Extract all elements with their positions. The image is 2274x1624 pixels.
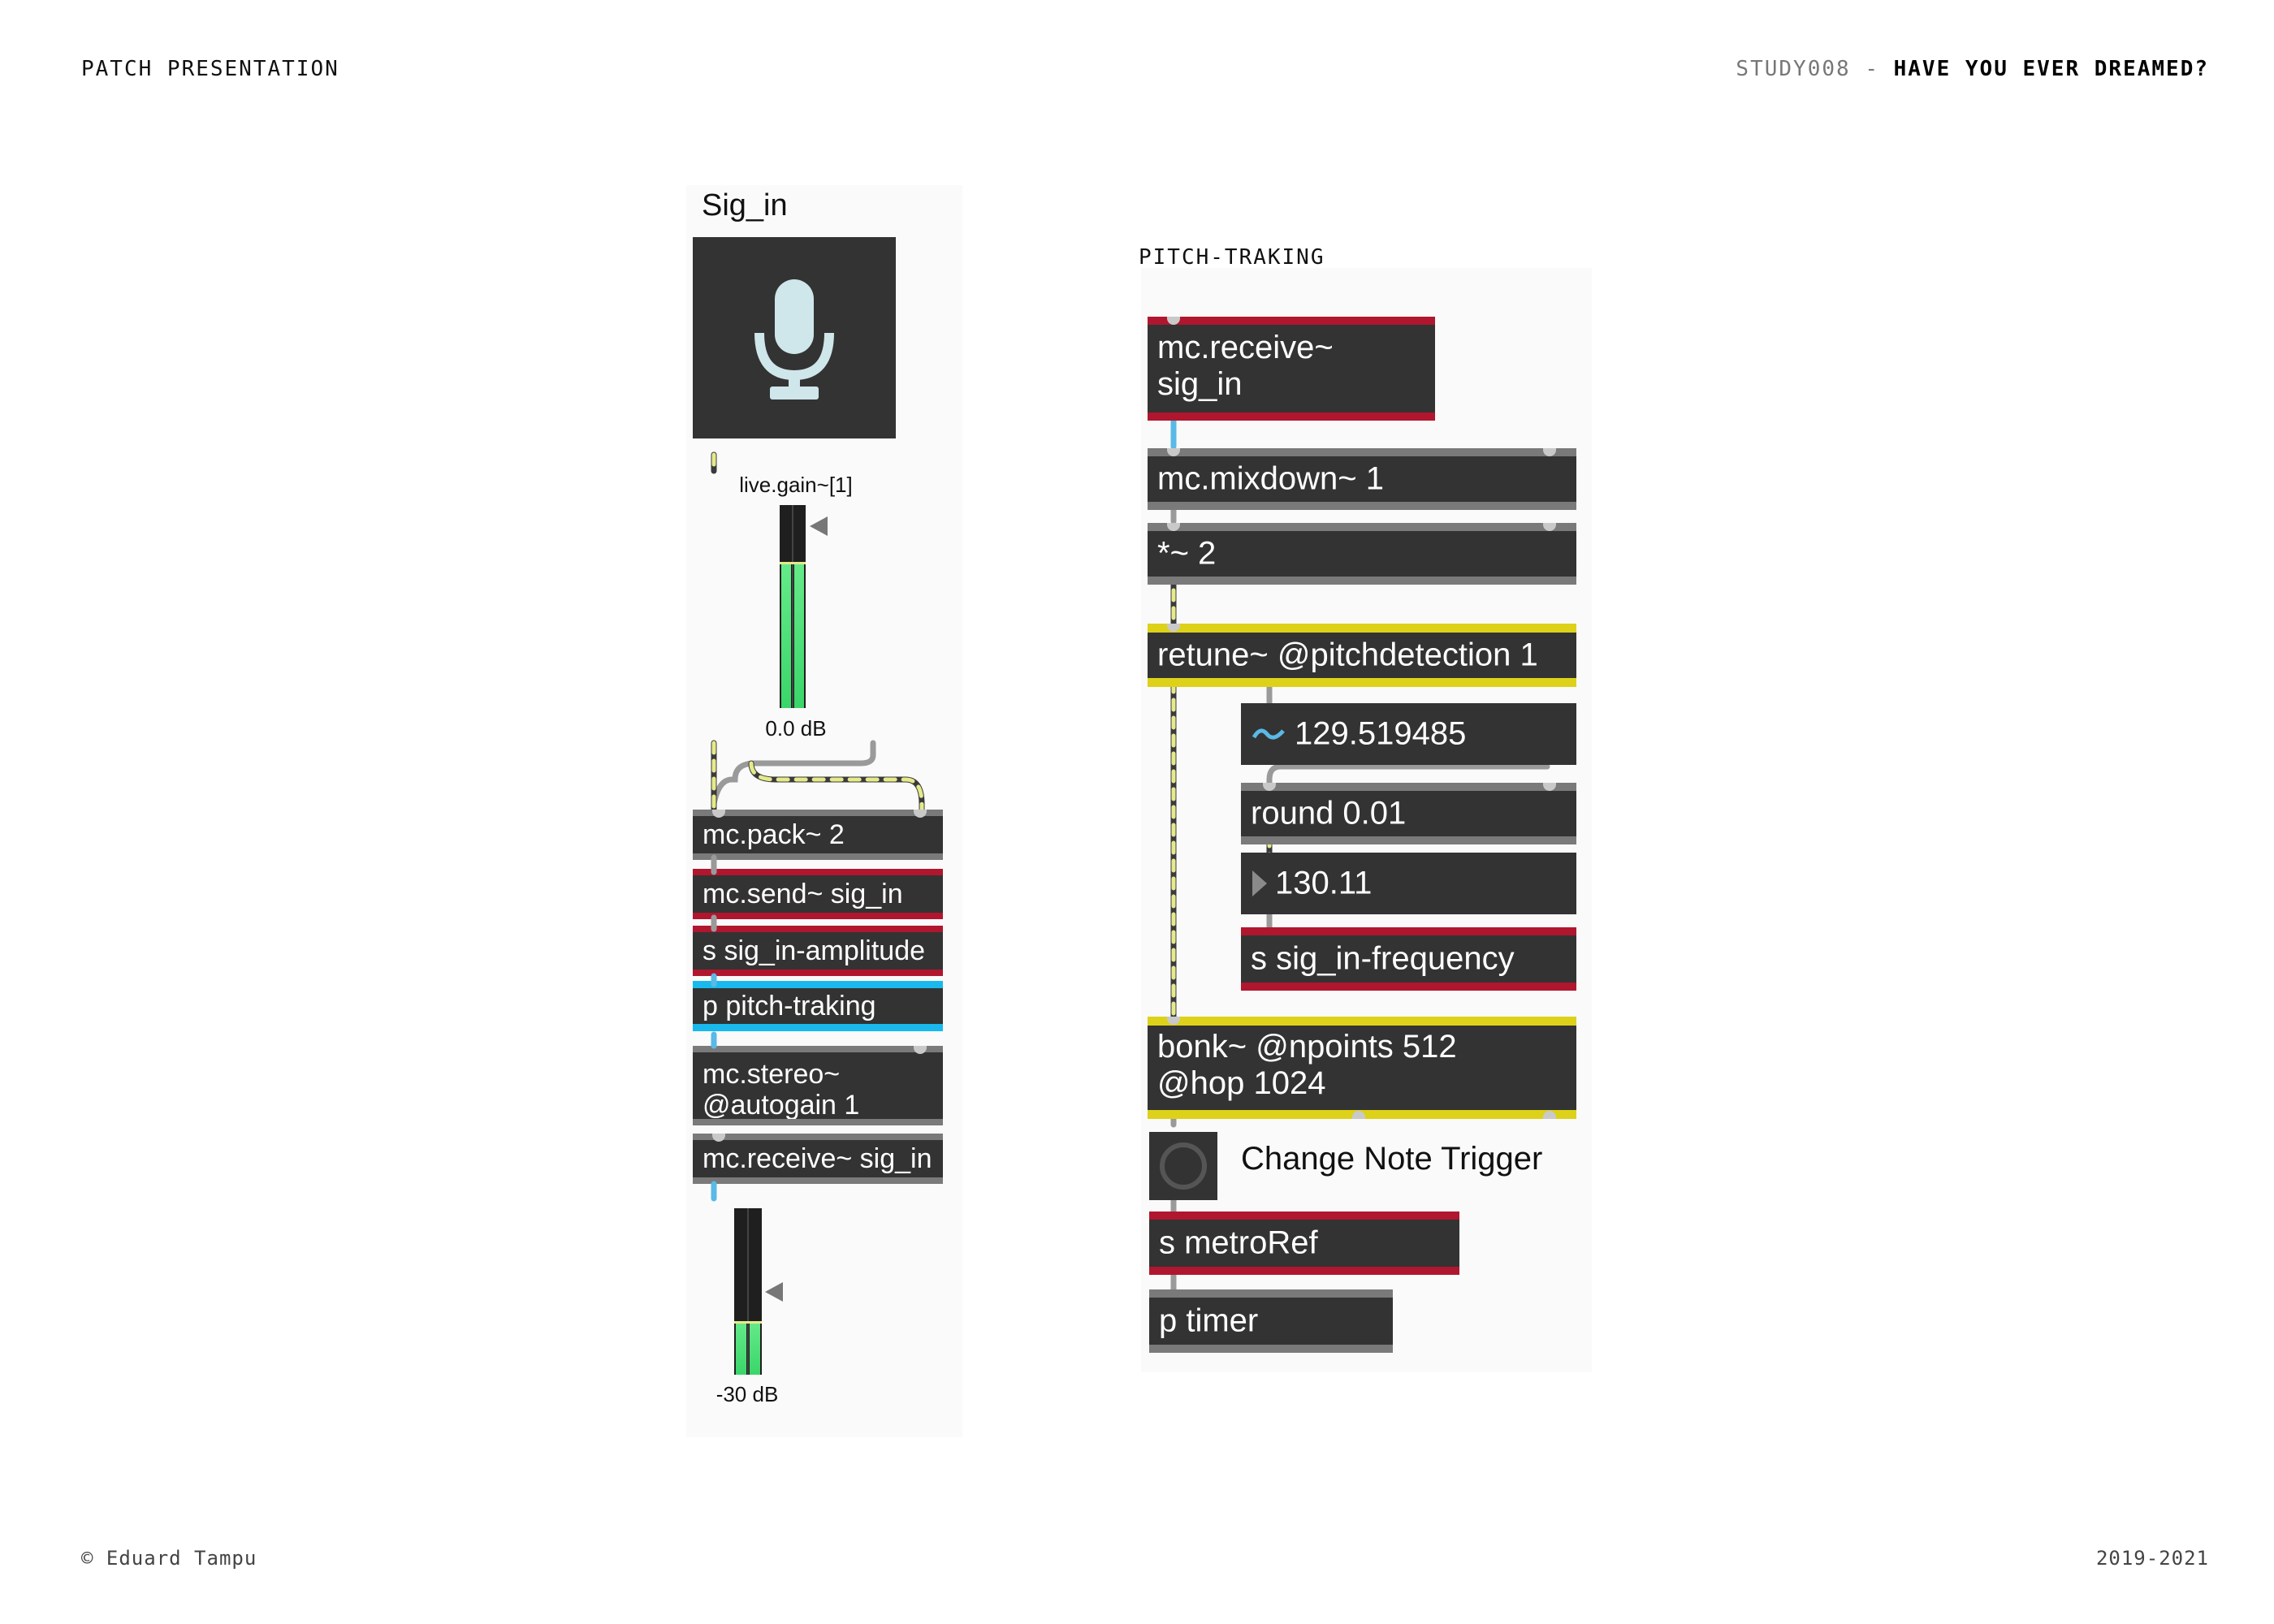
number-triangle-icon — [1252, 870, 1267, 896]
timer-subpatch[interactable]: p timer — [1149, 1289, 1393, 1353]
output-meter — [734, 1208, 762, 1375]
frequency-value: 129.519485 — [1295, 715, 1467, 752]
microphone-icon — [754, 279, 834, 400]
frequency-number-box[interactable]: 129.519485 — [1241, 703, 1576, 765]
send-frequency-object[interactable]: s sig_in-frequency — [1241, 927, 1576, 991]
pitch-traking-title: PITCH-TRAKING — [1139, 245, 1325, 270]
rounded-number-value: 130.11 — [1275, 865, 1373, 901]
microphone-toggle[interactable] — [693, 237, 896, 438]
output-meter-handle[interactable] — [763, 1281, 785, 1303]
send-frequency-text: s sig_in-frequency — [1251, 940, 1515, 977]
round-object[interactable]: round 0.01 — [1241, 783, 1576, 844]
header-piece-title: HAVE YOU EVER DREAMED? — [1893, 57, 2209, 81]
output-meter-divider — [747, 1208, 749, 1375]
mc-receive-sig-in-text: mc.receive~ sig_in — [1157, 330, 1334, 403]
output-level-line — [734, 1321, 762, 1324]
bonk-text: bonk~ @npoints 512 @hop 1024 — [1157, 1029, 1457, 1102]
multiply-signal-object[interactable]: *~ 2 — [1148, 523, 1576, 585]
mc-receive-line1: mc.receive~ — [1157, 330, 1334, 365]
mc-mixdown-object[interactable]: mc.mixdown~ 1 — [1148, 448, 1576, 510]
send-metroref-text: s metroRef — [1159, 1224, 1318, 1261]
timer-subpatch-text: p timer — [1159, 1302, 1259, 1339]
change-note-bang-button[interactable] — [1149, 1132, 1217, 1200]
signal-wave-icon — [1252, 728, 1285, 740]
header-title: STUDY008 - HAVE YOU EVER DREAMED? — [1736, 57, 2209, 81]
output-meter-left-channel — [736, 1321, 746, 1375]
output-meter-value: -30 dB — [715, 1382, 779, 1406]
bonk-line2: @hop 1024 — [1157, 1065, 1326, 1101]
multiply-signal-text: *~ 2 — [1157, 535, 1217, 572]
mc-pack-text: mc.pack~ 2 — [703, 818, 845, 850]
change-note-trigger-label: Change Note Trigger — [1241, 1141, 1543, 1177]
header-separator: - — [1865, 57, 1879, 81]
rounded-number-box[interactable]: 130.11 — [1241, 853, 1576, 914]
outlet-dot — [1352, 1111, 1365, 1119]
outlet-dot — [1543, 1111, 1556, 1119]
send-metroref-object[interactable]: s metroRef — [1149, 1212, 1459, 1275]
footer-copyright: © Eduard Tampu — [81, 1547, 257, 1570]
header-study-label: STUDY008 — [1736, 57, 1851, 81]
output-meter-right-channel — [750, 1321, 760, 1375]
retune-object[interactable]: retune~ @pitchdetection 1 — [1148, 624, 1576, 687]
header-left-label: PATCH PRESENTATION — [81, 57, 339, 81]
mc-mixdown-text: mc.mixdown~ 1 — [1157, 460, 1384, 497]
mc-receive-sig-in-object[interactable]: mc.receive~ sig_in — [1148, 317, 1435, 421]
left-patch-cables — [711, 451, 925, 815]
retune-text: retune~ @pitchdetection 1 — [1157, 637, 1538, 673]
round-text: round 0.01 — [1251, 795, 1407, 831]
bonk-line1: bonk~ @npoints 512 — [1157, 1029, 1457, 1065]
bonk-object[interactable]: bonk~ @npoints 512 @hop 1024 — [1148, 1017, 1576, 1119]
sig-in-title: Sig_in — [702, 188, 788, 222]
footer-years: 2019-2021 — [2095, 1547, 2209, 1570]
mc-receive-line2: sig_in — [1157, 365, 1243, 402]
bang-circle-icon — [1160, 1142, 1207, 1190]
left-object-connections — [711, 854, 717, 1202]
